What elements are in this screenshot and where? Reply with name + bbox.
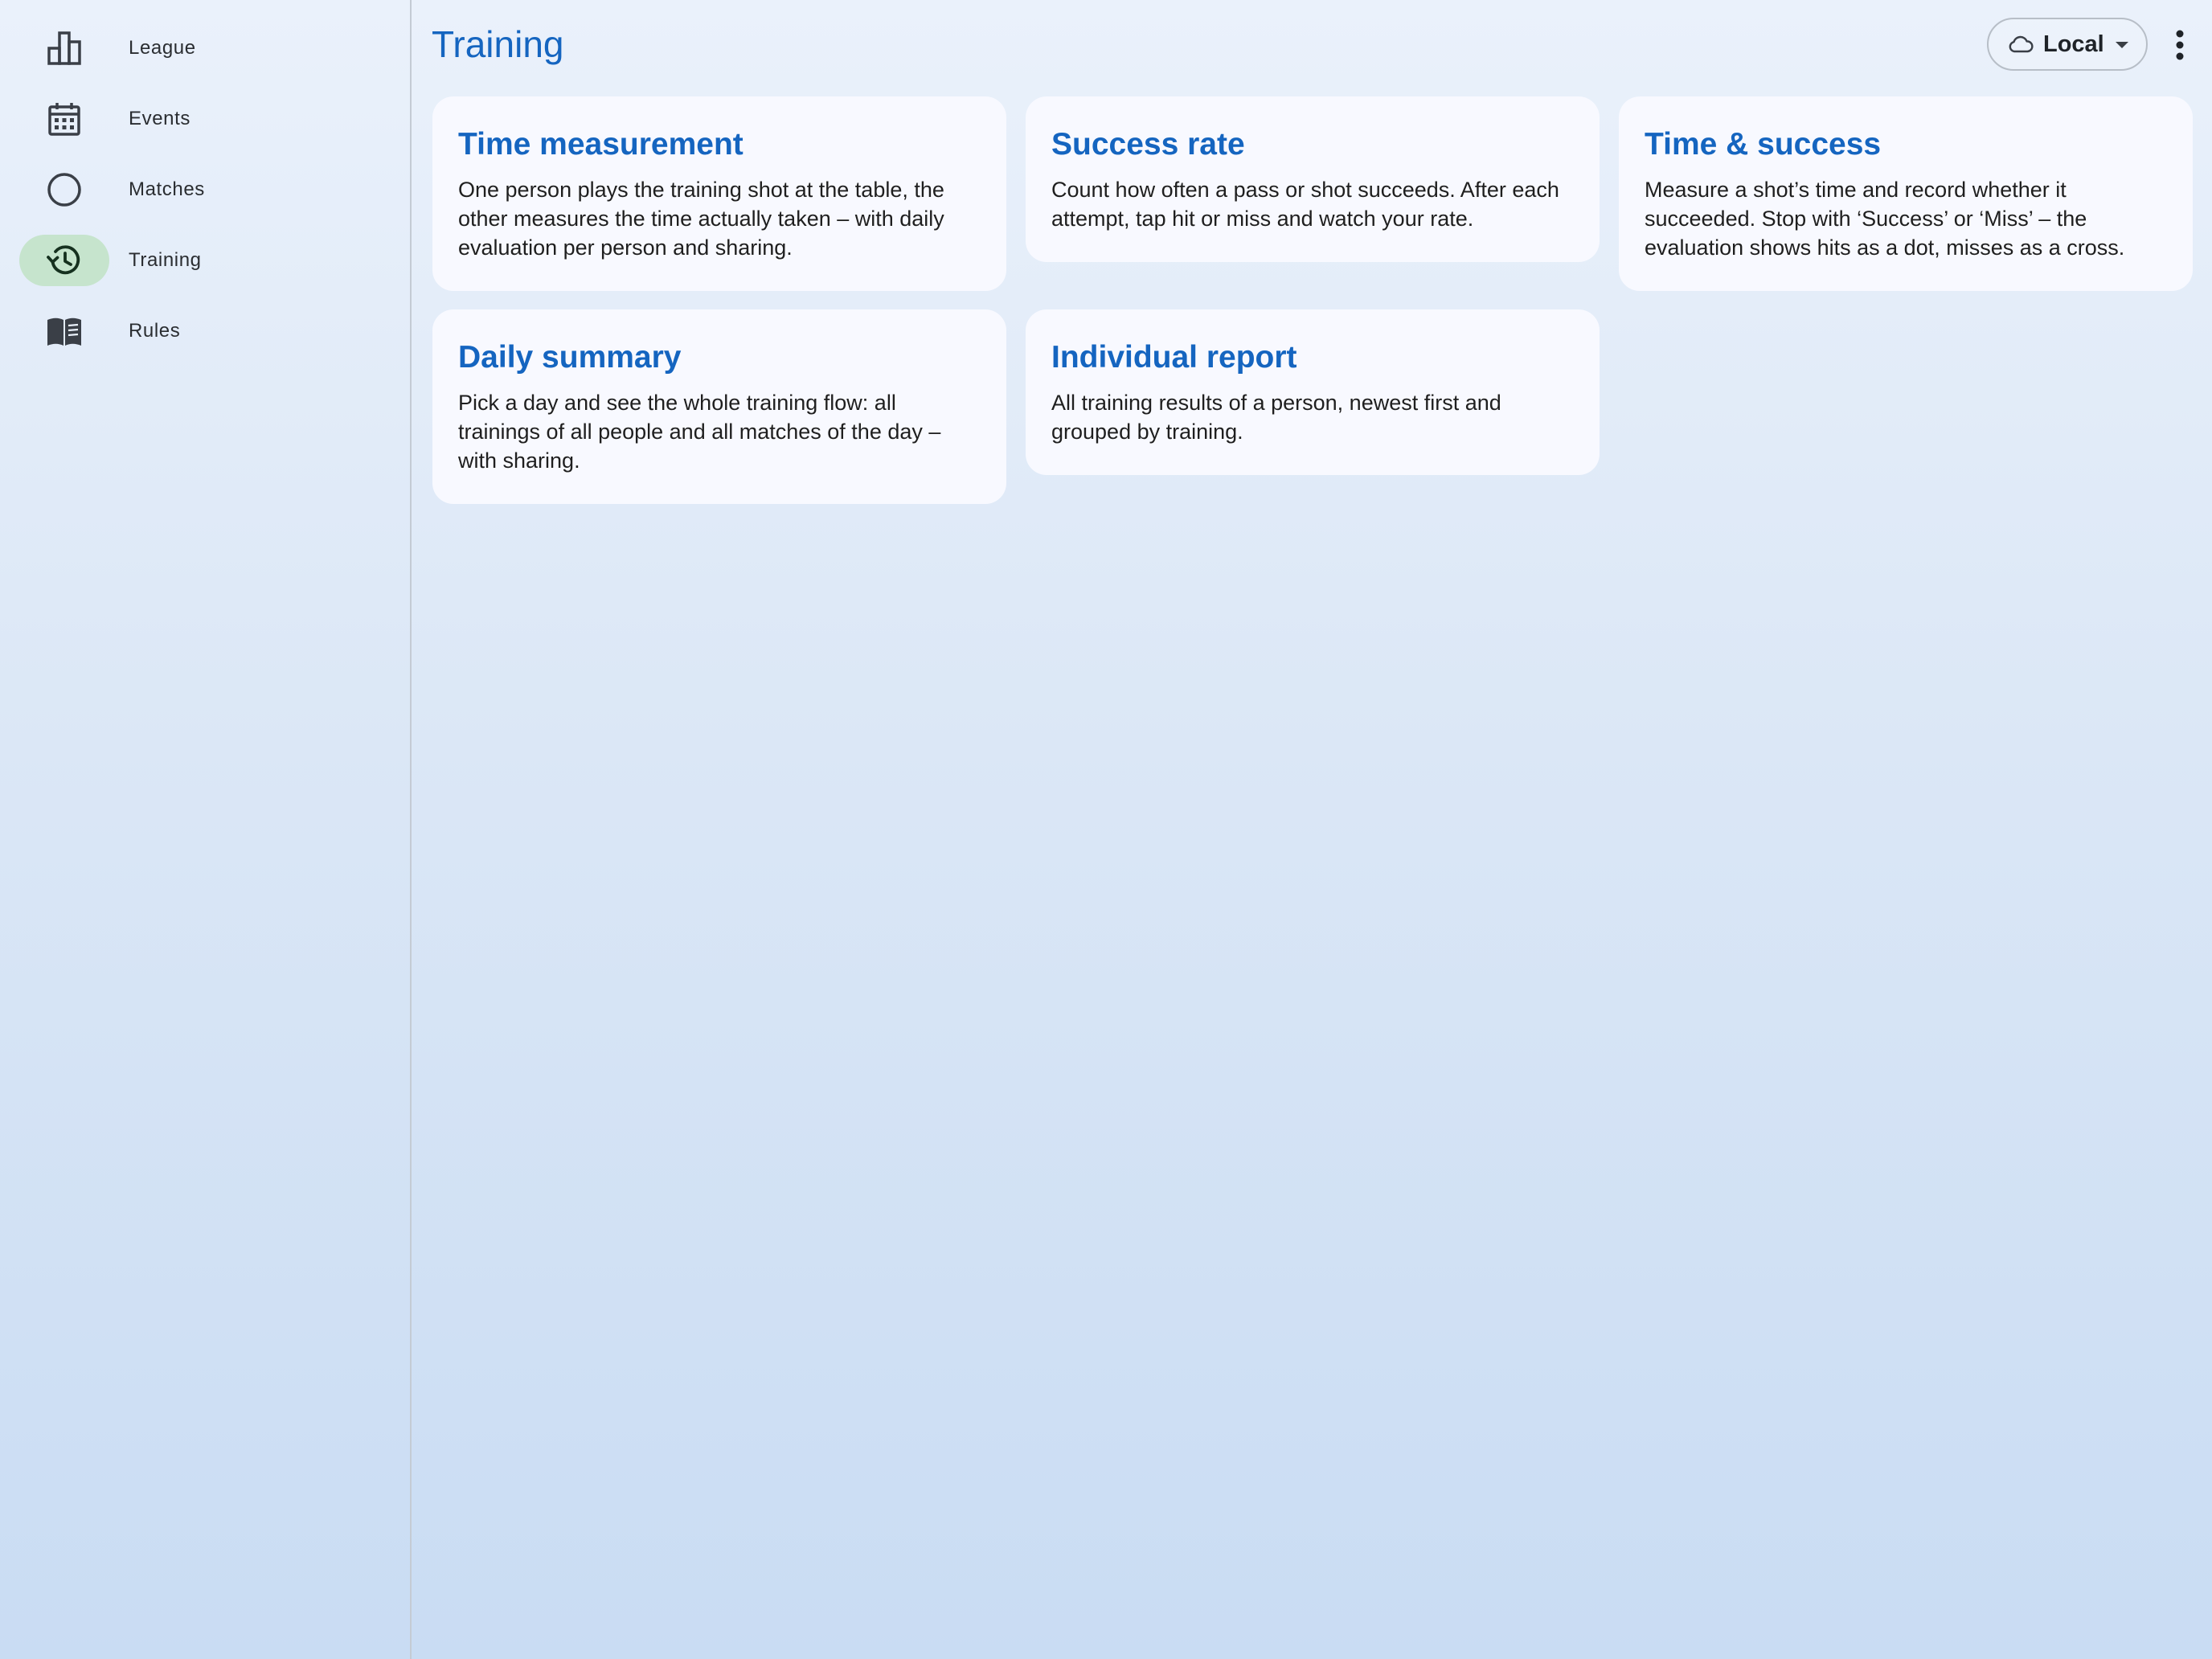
navigation-rail: League Events Matches Training Rules xyxy=(0,0,412,1659)
bar-chart-icon xyxy=(19,23,109,74)
history-icon xyxy=(19,235,109,286)
card-title: Success rate xyxy=(1051,127,1245,162)
card-title: Time & success xyxy=(1645,127,1882,162)
card-description: One person plays the training shot at th… xyxy=(458,178,944,260)
book-icon xyxy=(19,305,109,357)
nav-item-matches[interactable]: Matches xyxy=(0,154,410,225)
more-options-button[interactable] xyxy=(2162,24,2198,66)
card-description: All training results of a person, newest… xyxy=(1051,391,1501,444)
dropdown-caret-icon xyxy=(2115,42,2128,48)
card-time-measurement[interactable]: Time measurement One person plays the tr… xyxy=(432,96,1006,291)
nav-label-rules: Rules xyxy=(129,320,181,342)
nav-label-training: Training xyxy=(129,249,202,271)
more-vert-icon xyxy=(2176,30,2184,60)
card-time-and-success[interactable]: Time & success Measure a shot’s time and… xyxy=(1619,96,2193,291)
calendar-icon xyxy=(19,93,109,145)
nav-label-matches: Matches xyxy=(129,178,205,200)
card-title: Daily summary xyxy=(458,340,682,375)
nav-item-training[interactable]: Training xyxy=(0,225,410,296)
nav-label-league: League xyxy=(129,37,196,59)
storage-source-value: Local xyxy=(2043,31,2104,57)
card-description: Measure a shot’s time and record whether… xyxy=(1645,178,2125,260)
card-title: Individual report xyxy=(1051,340,1297,375)
card-daily-summary[interactable]: Daily summary Pick a day and see the who… xyxy=(432,309,1006,504)
storage-source-dropdown[interactable]: Local xyxy=(1987,18,2148,71)
nav-item-rules[interactable]: Rules xyxy=(0,296,410,367)
card-success-rate[interactable]: Success rate Count how often a pass or s… xyxy=(1026,96,1600,262)
card-individual-report[interactable]: Individual report All training results o… xyxy=(1026,309,1600,475)
circle-icon xyxy=(19,164,109,215)
card-title: Time measurement xyxy=(458,127,743,162)
page-title: Training xyxy=(432,23,564,65)
nav-label-events: Events xyxy=(129,108,190,129)
cloud-icon xyxy=(2009,35,2034,53)
nav-item-league[interactable]: League xyxy=(0,13,410,84)
card-description: Count how often a pass or shot succeeds.… xyxy=(1051,178,1559,231)
card-description: Pick a day and see the whole training fl… xyxy=(458,391,941,473)
nav-item-events[interactable]: Events xyxy=(0,84,410,154)
